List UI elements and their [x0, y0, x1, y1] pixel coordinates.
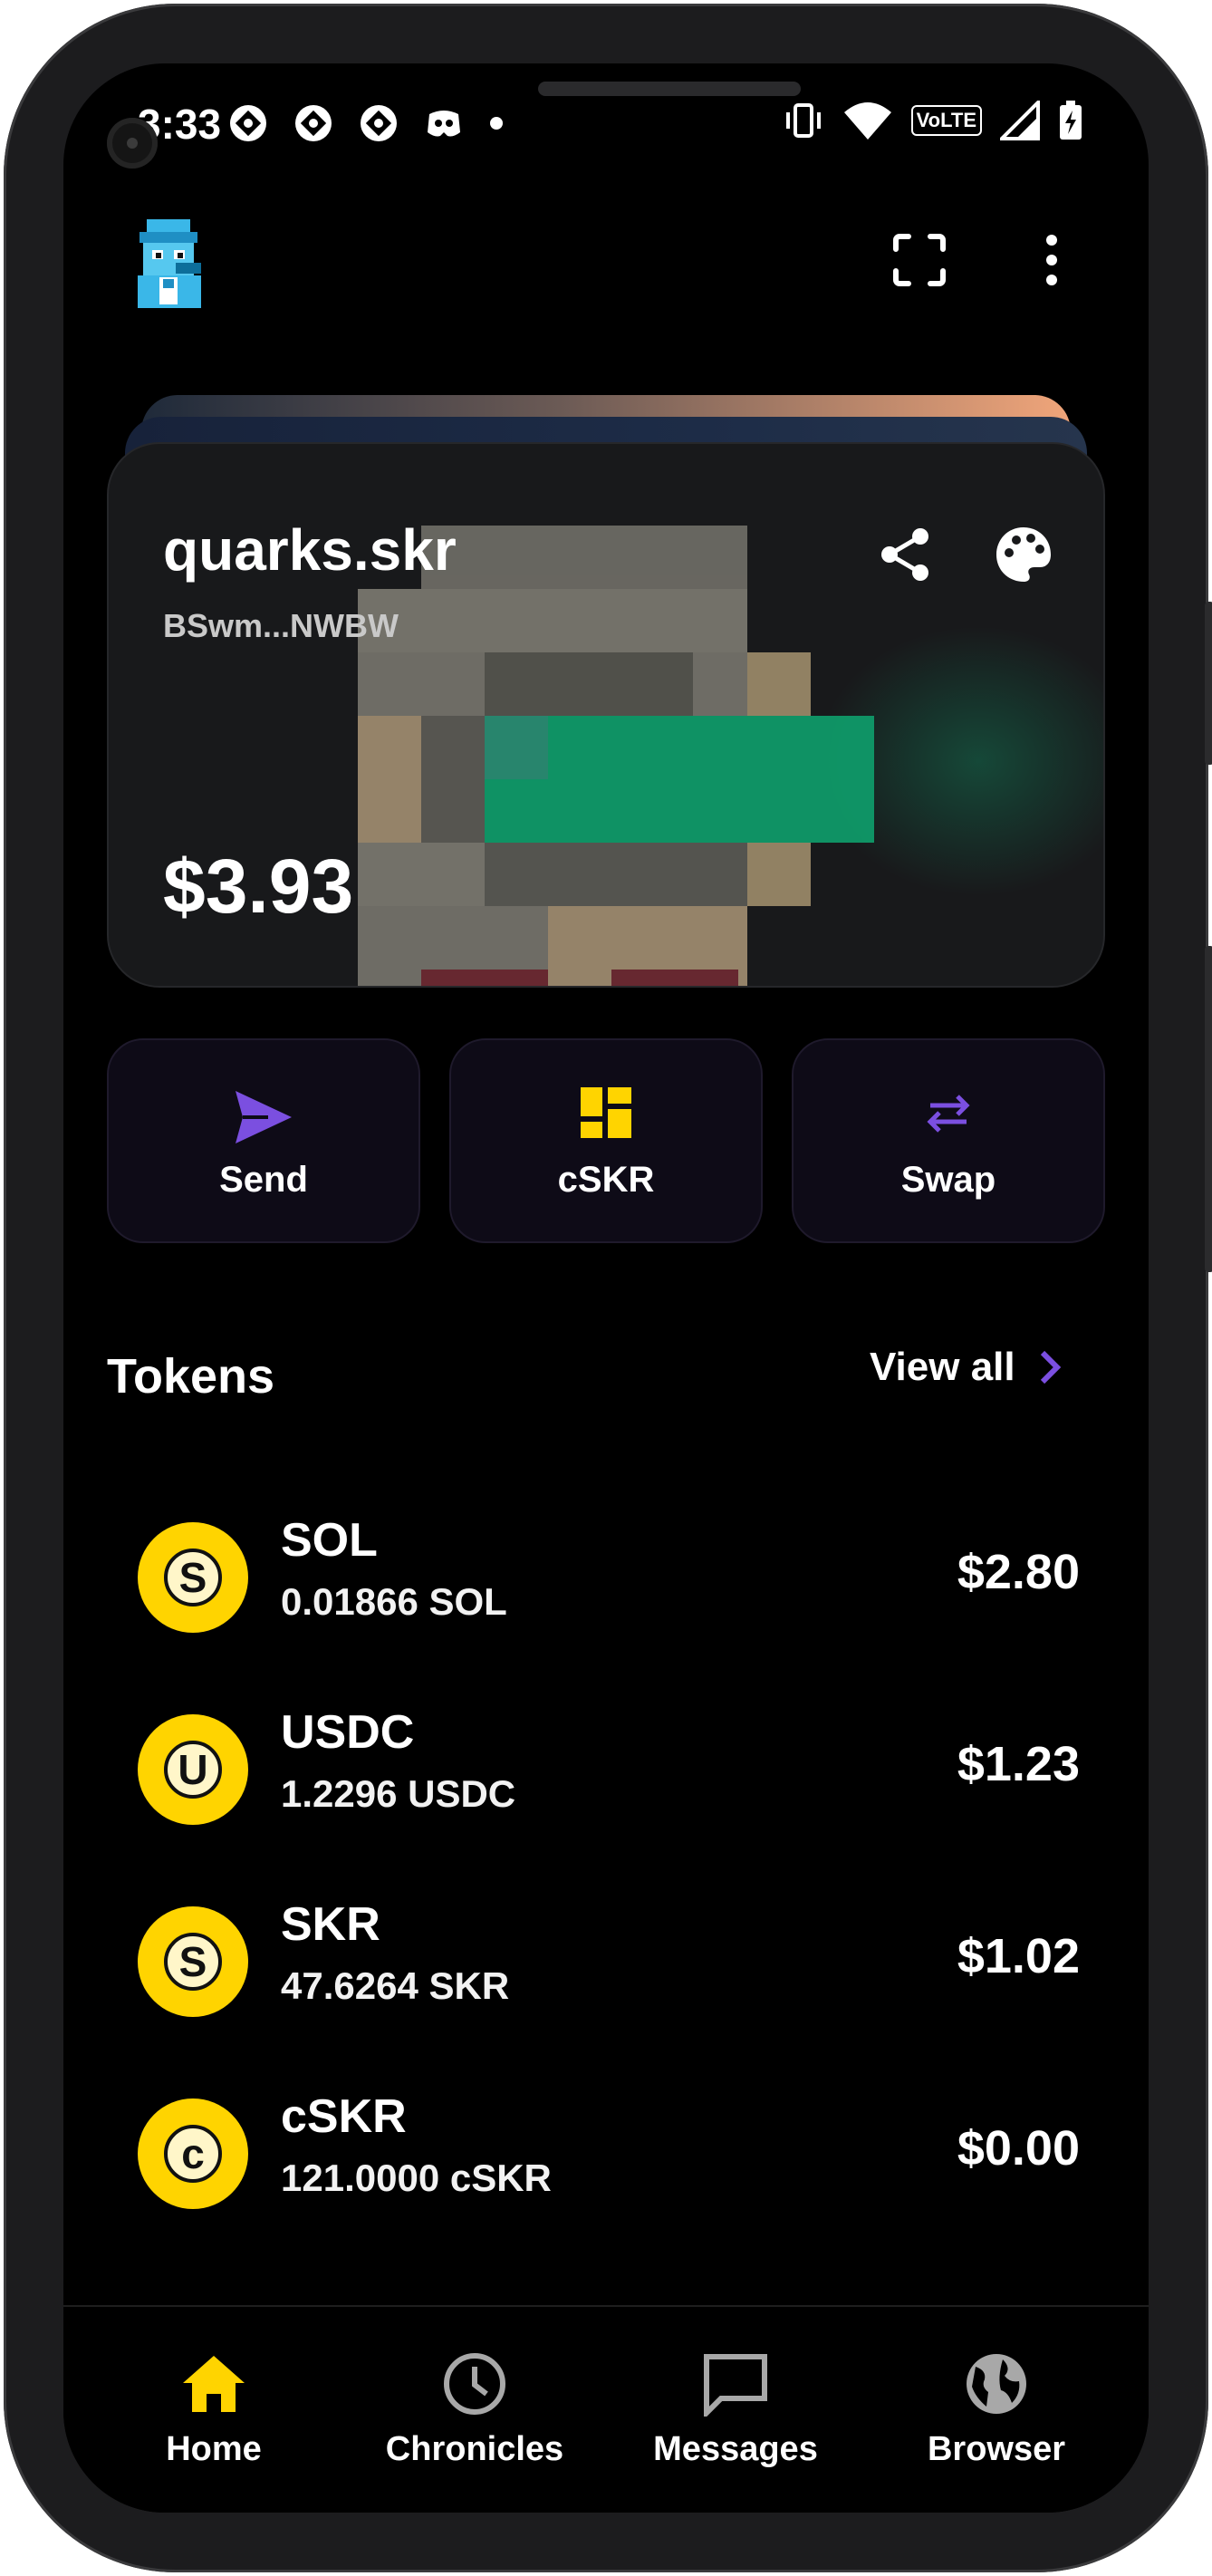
app-notification-icon: [361, 105, 397, 141]
nav-home[interactable]: Home: [96, 2343, 332, 2497]
send-button[interactable]: Send: [107, 1038, 420, 1243]
token-row-usdc[interactable]: U USDC 1.2296 USDC $1.23: [138, 1705, 1080, 1832]
nav-messages[interactable]: Messages: [618, 2343, 853, 2497]
view-all-label: View all: [870, 1345, 1015, 1389]
token-amount: 0.01866 SOL: [281, 1580, 507, 1623]
token-value: $0.00: [957, 2121, 1080, 2176]
volume-button: [1205, 602, 1212, 765]
token-coin-icon: S: [138, 1522, 248, 1633]
send-icon: [236, 1091, 292, 1143]
notification-icons: [226, 101, 505, 145]
wallet-card[interactable]: quarks.skr BSwm...NWBW $3.93: [107, 442, 1105, 988]
theme-button[interactable]: [987, 518, 1060, 591]
token-value: $2.80: [957, 1545, 1080, 1599]
clock-icon: [444, 2353, 505, 2415]
scan-frame-icon: [893, 234, 946, 286]
token-amount: 47.6264 SKR: [281, 1964, 510, 2007]
system-icons: VoLTE: [783, 100, 1083, 141]
more-vert-icon: [1046, 235, 1057, 285]
nav-home-label: Home: [166, 2430, 262, 2468]
view-all-link[interactable]: View all: [870, 1345, 1063, 1390]
coin-letter: S: [164, 1933, 222, 1991]
token-row-sol[interactable]: S SOL 0.01866 SOL $2.80: [138, 1513, 1080, 1640]
token-row-skr[interactable]: S SKR 47.6264 SKR $1.02: [138, 1897, 1080, 2024]
nav-browser[interactable]: Browser: [879, 2343, 1114, 2497]
cskr-label: cSKR: [557, 1160, 655, 1200]
wifi-icon: [843, 102, 891, 140]
coin-letter: U: [164, 1741, 222, 1799]
coin-letter: c: [164, 2125, 222, 2183]
more-notifications-dot-icon: [490, 117, 503, 130]
pixel-avatar-icon: [138, 219, 201, 308]
dashboard-icon: [581, 1087, 631, 1138]
palette-icon: [996, 527, 1051, 582]
battery-icon: [1060, 101, 1082, 140]
swap-label: Swap: [900, 1160, 996, 1200]
token-amount: 1.2296 USDC: [281, 1772, 516, 1815]
token-symbol: SOL: [281, 1514, 378, 1567]
chevron-right-icon: [1040, 1350, 1061, 1384]
token-coin-icon: S: [138, 1906, 248, 2017]
token-symbol: SKR: [281, 1898, 380, 1951]
status-bar: 3:33 VoLTE: [63, 91, 1149, 154]
nav-chronicles[interactable]: Chronicles: [357, 2343, 592, 2497]
share-icon: [881, 528, 928, 581]
signal-icon: [1000, 101, 1040, 140]
coin-letter: S: [164, 1548, 222, 1606]
home-icon: [183, 2356, 245, 2412]
token-coin-icon: U: [138, 1714, 248, 1825]
cskr-button[interactable]: cSKR: [449, 1038, 763, 1243]
app-notification-icon: [230, 105, 266, 141]
volte-badge: VoLTE: [910, 105, 982, 136]
pixelated-nft-art: [358, 526, 874, 986]
vibrate-icon: [785, 103, 821, 138]
globe-icon: [967, 2354, 1026, 2414]
token-amount: 121.0000 cSKR: [281, 2156, 552, 2199]
wallet-address[interactable]: BSwm...NWBW: [163, 607, 399, 645]
swap-icon: [927, 1095, 970, 1133]
power-button: [1205, 946, 1212, 1272]
token-value: $1.02: [957, 1929, 1080, 1983]
profile-avatar[interactable]: [120, 214, 219, 314]
bottom-navigation: Home Chronicles Messages Browser: [63, 2305, 1149, 2513]
more-options-button[interactable]: [1011, 219, 1092, 301]
token-row-cskr[interactable]: c cSKR 121.0000 cSKR $0.00: [138, 2089, 1080, 2216]
chat-icon: [704, 2354, 767, 2417]
swap-button[interactable]: Swap: [792, 1038, 1105, 1243]
token-value: $1.23: [957, 1737, 1080, 1791]
scan-button[interactable]: [879, 219, 960, 301]
app-screen: 3:33 VoLTE quarks.skr BSwm...NWBW $3.93 …: [63, 63, 1149, 2513]
nav-chronicles-label: Chronicles: [385, 2430, 564, 2468]
token-coin-icon: c: [138, 2098, 248, 2209]
token-symbol: USDC: [281, 1706, 415, 1759]
front-camera: [107, 118, 158, 169]
wallet-name: quarks.skr: [163, 517, 457, 583]
app-notification-icon: [295, 105, 332, 141]
nav-browser-label: Browser: [927, 2430, 1066, 2468]
send-label: Send: [219, 1160, 308, 1200]
wallet-balance: $3.93: [163, 844, 354, 929]
token-symbol: cSKR: [281, 2090, 407, 2143]
nav-messages-label: Messages: [653, 2430, 818, 2468]
tokens-heading: Tokens: [107, 1349, 275, 1404]
discord-icon: [428, 111, 460, 137]
share-button[interactable]: [870, 518, 942, 591]
